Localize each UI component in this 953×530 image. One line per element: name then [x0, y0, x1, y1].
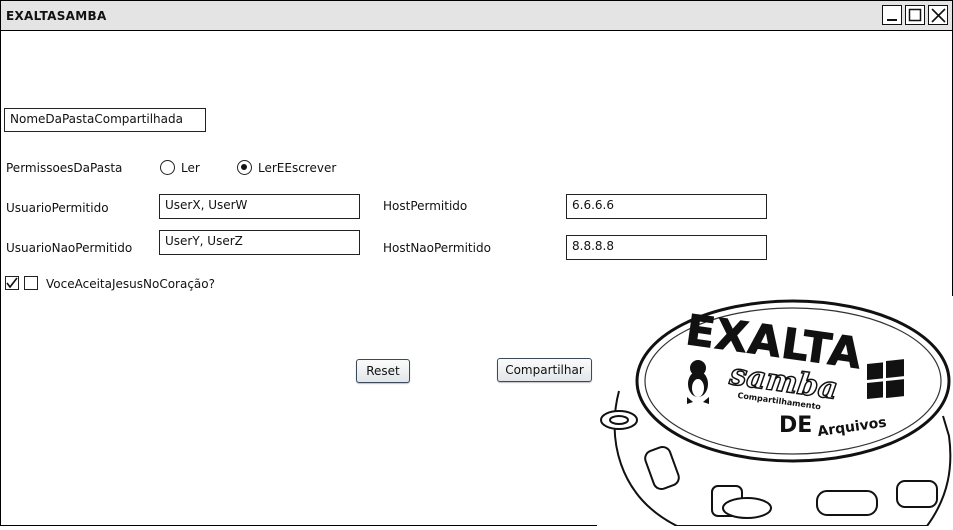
allowed-users-label: UsuarioPermitido — [6, 201, 109, 215]
share-name-input[interactable]: NomeDaPastaCompartilhada — [4, 108, 206, 132]
maximize-icon — [908, 8, 922, 22]
minimize-button[interactable] — [882, 5, 902, 25]
radio-read-write[interactable] — [237, 160, 252, 175]
radio-read-label: Ler — [181, 161, 200, 175]
exaltasamba-logo: EXALTA samba Compartilhamento DE Arquivo… — [597, 296, 953, 527]
accept-label: VoceAceitaJesusNoCoração? — [46, 277, 215, 291]
accept-checkbox[interactable] — [24, 276, 38, 290]
title-bar: EXALTASAMBA — [1, 1, 952, 31]
allowed-users-input[interactable]: UserX, UserW — [159, 194, 360, 219]
permissions-label: PermissoesDaPasta — [6, 161, 123, 175]
allowed-host-label: HostPermitido — [383, 199, 468, 213]
window-title: EXALTASAMBA — [6, 9, 107, 23]
denied-users-input[interactable]: UserY, UserZ — [159, 230, 360, 255]
logo-de-text: DE — [779, 413, 812, 438]
close-button[interactable] — [928, 5, 948, 25]
maximize-button[interactable] — [905, 5, 925, 25]
denied-users-label: UsuarioNaoPermitido — [6, 241, 133, 255]
reset-button[interactable]: Reset — [356, 359, 410, 383]
allowed-host-input[interactable]: 6.6.6.6 — [566, 194, 767, 219]
denied-host-label: HostNaoPermitido — [383, 241, 491, 255]
denied-host-input[interactable]: 8.8.8.8 — [566, 235, 767, 260]
radio-read-write-label: LerEEscrever — [258, 161, 337, 175]
tambourine-logo-icon: EXALTA samba Compartilhamento DE Arquivo… — [600, 299, 952, 527]
checkmark-icon — [6, 277, 18, 289]
minimize-icon — [887, 19, 897, 21]
accept-checkbox-checked[interactable] — [5, 276, 19, 290]
share-button[interactable]: Compartilhar — [497, 358, 592, 382]
radio-selected-dot — [241, 164, 247, 170]
radio-read[interactable] — [160, 160, 175, 175]
close-icon — [931, 8, 946, 23]
